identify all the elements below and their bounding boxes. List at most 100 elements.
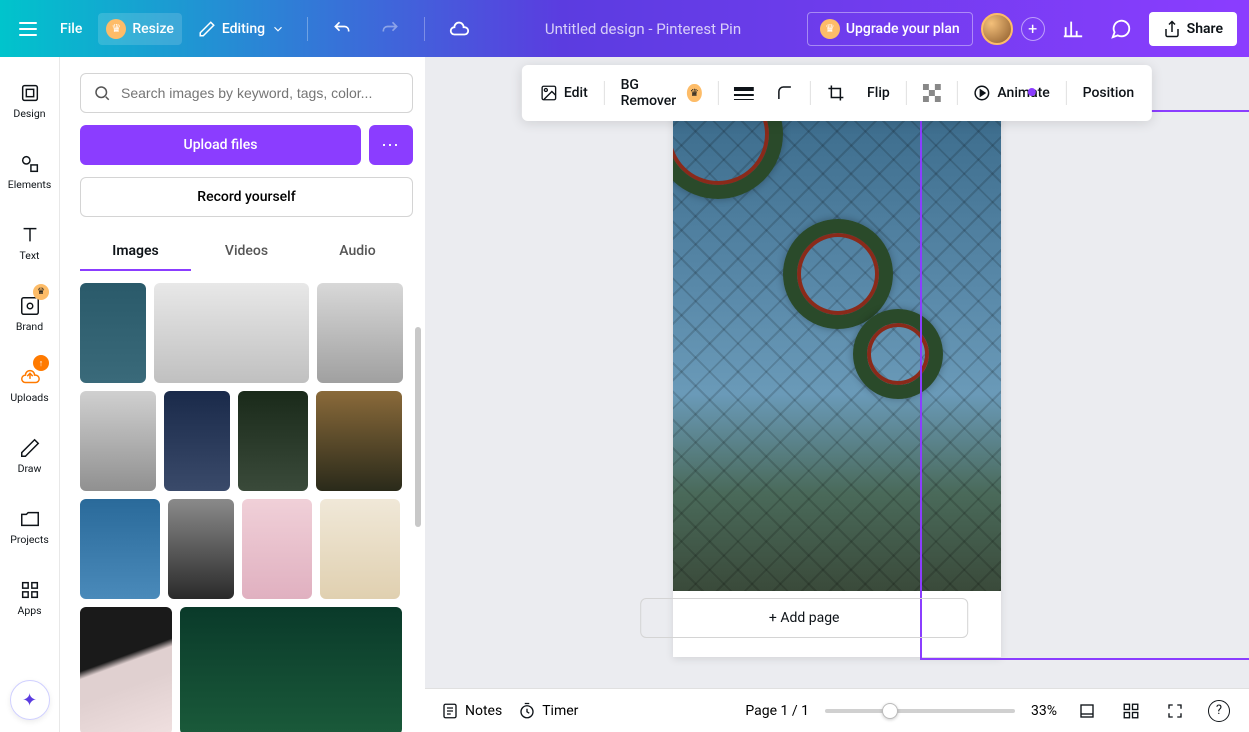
upload-thumbnail[interactable] <box>242 499 312 599</box>
upgrade-plan-button[interactable]: ♛ Upgrade your plan <box>807 12 973 46</box>
flip-button[interactable]: Flip <box>861 81 896 105</box>
upload-thumbnail[interactable] <box>80 499 160 599</box>
search-input-wrap[interactable] <box>80 73 413 113</box>
rail-projects-label: Projects <box>10 533 49 546</box>
document-title[interactable]: Untitled design - Pinterest Pin <box>545 20 741 38</box>
tab-videos[interactable]: Videos <box>191 233 302 271</box>
divider <box>1066 81 1067 105</box>
resize-button[interactable]: ♛ Resize <box>98 13 182 45</box>
editing-mode-dropdown[interactable]: Editing <box>190 14 293 44</box>
rail-projects[interactable]: Projects <box>0 501 59 552</box>
grid-view-icon <box>1122 702 1140 720</box>
rail-draw[interactable]: Draw <box>0 430 59 481</box>
view-grid-button[interactable] <box>1073 697 1101 725</box>
tab-images[interactable]: Images <box>80 233 191 271</box>
edit-image-button[interactable]: Edit <box>534 80 594 106</box>
rail-brand[interactable]: ♛ Brand <box>0 288 59 339</box>
upload-thumbnail[interactable] <box>238 391 308 491</box>
panel-scrollbar[interactable] <box>415 327 421 527</box>
crop-button[interactable] <box>821 80 851 106</box>
edit-label: Edit <box>564 85 588 101</box>
file-menu[interactable]: File <box>52 15 90 43</box>
zoom-slider-thumb[interactable] <box>882 703 898 719</box>
add-member-button[interactable]: + <box>1021 17 1045 41</box>
divider <box>810 81 811 105</box>
zoom-level[interactable]: 33% <box>1031 703 1057 719</box>
rail-apps-label: Apps <box>17 604 41 617</box>
bg-remover-button[interactable]: BG Remover ♛ <box>615 73 708 113</box>
share-button[interactable]: Share <box>1149 12 1237 46</box>
transparency-icon <box>923 84 941 102</box>
menu-hamburger[interactable] <box>12 13 44 45</box>
upload-thumbnail[interactable] <box>316 391 402 491</box>
divider <box>307 17 308 41</box>
image-icon <box>540 84 558 102</box>
upload-thumbnail[interactable] <box>317 283 403 383</box>
rail-uploads[interactable]: ↑ Uploads <box>0 359 59 410</box>
transparency-button[interactable] <box>917 80 947 106</box>
divider <box>717 81 718 105</box>
crown-icon: ♛ <box>820 19 840 39</box>
media-tabs: Images Videos Audio <box>80 233 413 271</box>
record-yourself-button[interactable]: Record yourself <box>80 177 413 217</box>
search-input[interactable] <box>121 85 400 101</box>
add-page-button[interactable]: + Add page <box>640 598 968 638</box>
timer-label: Timer <box>542 703 578 719</box>
left-rail: Design Elements Text ♛ Brand ↑ Uploads D… <box>0 57 60 732</box>
upload-thumbnail[interactable] <box>164 391 230 491</box>
crown-icon: ♛ <box>106 19 126 39</box>
redo-button[interactable] <box>370 9 410 49</box>
uploads-grid <box>80 283 413 732</box>
corner-radius-button[interactable] <box>770 80 800 106</box>
upgrade-label: Upgrade your plan <box>846 21 960 37</box>
divider <box>424 17 425 41</box>
pencil-icon <box>198 20 216 38</box>
upload-more-button[interactable]: ⋯ <box>369 125 413 165</box>
position-button[interactable]: Position <box>1077 81 1141 105</box>
animate-button[interactable]: Animate <box>967 80 1055 106</box>
magic-button[interactable]: ✦ <box>10 680 50 720</box>
upload-thumbnail[interactable] <box>80 283 146 383</box>
rail-elements[interactable]: Elements <box>0 146 59 197</box>
rail-apps[interactable]: Apps <box>0 572 59 623</box>
upload-thumbnail[interactable] <box>180 607 402 732</box>
cloud-sync-button[interactable] <box>439 9 479 49</box>
upload-thumbnail[interactable] <box>168 499 234 599</box>
stroke-weight-button[interactable] <box>728 81 760 105</box>
projects-icon <box>18 507 42 531</box>
rail-design[interactable]: Design <box>0 75 59 126</box>
upload-thumbnail[interactable] <box>320 499 400 599</box>
undo-icon <box>332 19 352 39</box>
redo-icon <box>380 19 400 39</box>
context-toolbar: Edit BG Remover ♛ Flip <box>522 65 1152 121</box>
rail-text[interactable]: Text <box>0 217 59 268</box>
help-button[interactable]: ? <box>1205 697 1233 725</box>
text-icon <box>18 223 42 247</box>
sparkle-icon: ✦ <box>22 690 37 711</box>
chevron-down-icon <box>271 22 285 36</box>
timer-button[interactable]: Timer <box>518 702 578 720</box>
lines-icon <box>734 85 754 101</box>
single-view-icon <box>1078 702 1096 720</box>
bottom-bar: Notes Timer Page 1 / 1 33% ? <box>425 688 1249 732</box>
selection-box[interactable] <box>920 110 1249 660</box>
comment-icon <box>1110 18 1132 40</box>
cloud-icon <box>448 18 470 40</box>
notes-button[interactable]: Notes <box>441 702 502 720</box>
upload-thumbnail[interactable] <box>154 283 309 383</box>
comments-button[interactable] <box>1101 9 1141 49</box>
canvas-area[interactable]: ⊞ ⊞ ⊡ + Add page <box>425 57 1249 688</box>
upload-badge-icon: ↑ <box>33 355 49 371</box>
fullscreen-button[interactable] <box>1161 697 1189 725</box>
undo-button[interactable] <box>322 9 362 49</box>
analytics-button[interactable] <box>1053 9 1093 49</box>
divider <box>604 81 605 105</box>
upload-thumbnail[interactable] <box>80 607 172 732</box>
view-thumbnails-button[interactable] <box>1117 697 1145 725</box>
user-avatar[interactable] <box>981 13 1013 45</box>
share-icon <box>1163 20 1181 38</box>
zoom-slider[interactable] <box>825 709 1015 713</box>
tab-audio[interactable]: Audio <box>302 233 413 271</box>
upload-thumbnail[interactable] <box>80 391 156 491</box>
upload-files-button[interactable]: Upload files <box>80 125 361 165</box>
